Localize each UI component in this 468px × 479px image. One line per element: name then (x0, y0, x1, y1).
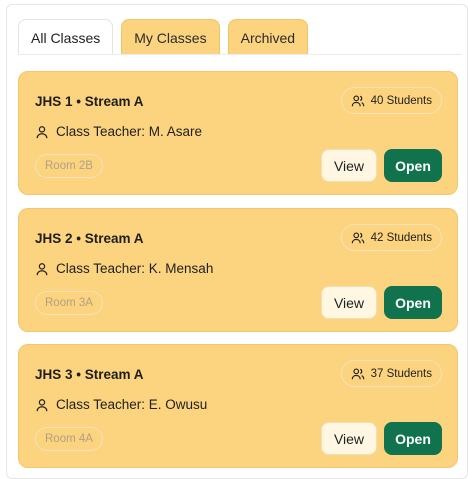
student-count: 40 Students (370, 94, 432, 107)
student-count: 42 Students (370, 231, 432, 244)
view-button[interactable]: View (321, 286, 377, 319)
view-button[interactable]: View (321, 149, 377, 182)
open-button[interactable]: Open (384, 422, 442, 455)
open-button[interactable]: Open (384, 286, 442, 319)
class-title: JHS 1 • Stream A (35, 94, 144, 109)
class-teacher: Class Teacher: M. Asare (35, 124, 202, 139)
tab-all-classes[interactable]: All Classes (18, 19, 114, 55)
room-badge: Room 3A (35, 291, 103, 315)
class-card: JHS 2 • Stream A 42 Students Class Teach… (18, 208, 458, 332)
class-teacher: Class Teacher: K. Mensah (35, 261, 213, 276)
users-icon (351, 95, 364, 106)
student-count-badge: 42 Students (340, 224, 442, 251)
tab-divider (18, 54, 462, 55)
users-icon (351, 368, 364, 379)
view-button[interactable]: View (321, 422, 377, 455)
room-badge: Room 2B (35, 154, 103, 178)
teacher-name: Class Teacher: E. Owusu (56, 397, 208, 412)
class-card: JHS 3 • Stream A 37 Students Class Teach… (18, 344, 458, 468)
tab-archived[interactable]: Archived (227, 19, 309, 55)
user-icon (36, 262, 48, 275)
teacher-name: Class Teacher: K. Mensah (56, 261, 214, 276)
user-icon (36, 398, 48, 411)
tab-my-classes[interactable]: My Classes (121, 19, 220, 55)
class-title: JHS 2 • Stream A (35, 231, 144, 246)
class-title: JHS 3 • Stream A (35, 367, 144, 382)
student-count-badge: 37 Students (340, 360, 442, 387)
user-icon (36, 125, 48, 138)
users-icon (351, 232, 364, 243)
class-teacher: Class Teacher: E. Owusu (35, 397, 207, 412)
class-tabs: All Classes My Classes Archived (18, 19, 309, 55)
student-count-badge: 40 Students (340, 87, 442, 114)
room-badge: Room 4A (35, 427, 103, 451)
student-count: 37 Students (370, 367, 432, 380)
teacher-name: Class Teacher: M. Asare (56, 124, 203, 139)
open-button[interactable]: Open (384, 149, 442, 182)
class-card: JHS 1 • Stream A 40 Students Class Teach… (18, 71, 458, 195)
